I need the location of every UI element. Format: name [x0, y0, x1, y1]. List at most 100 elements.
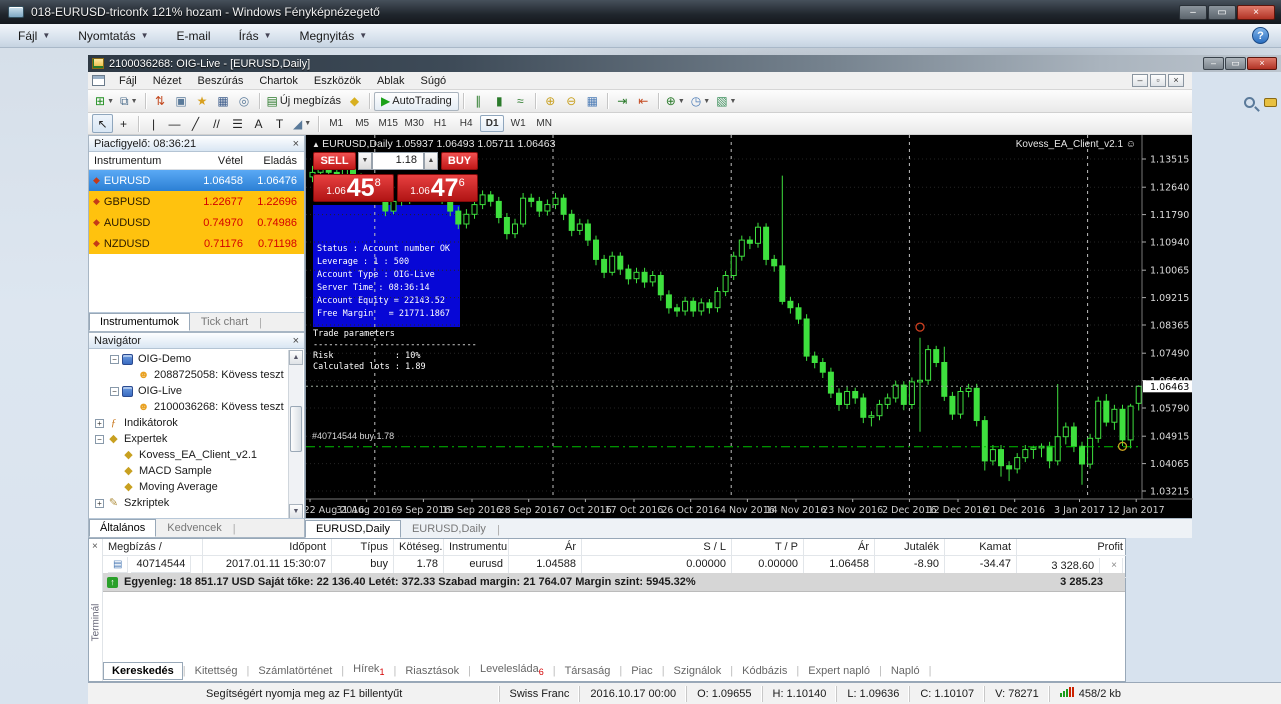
- terminal-tab-társaság[interactable]: Társaság: [556, 662, 620, 680]
- new-chart-icon[interactable]: ⊞▼: [92, 92, 117, 111]
- column-7[interactable]: T / P: [732, 539, 804, 556]
- timeframe-mn[interactable]: MN: [532, 115, 556, 132]
- help-icon[interactable]: ?: [1252, 27, 1269, 44]
- search-icon[interactable]: [1244, 97, 1255, 108]
- terminal-tab-kódbázis[interactable]: Kódbázis: [733, 662, 796, 680]
- sell-button[interactable]: SELL: [313, 152, 356, 170]
- close-icon[interactable]: ×: [92, 541, 98, 552]
- zoom-out-icon[interactable]: ⊖: [561, 92, 582, 111]
- viewer-maximize-button[interactable]: ▭: [1208, 5, 1236, 20]
- navigator-item[interactable]: ◆Moving Average: [93, 479, 304, 495]
- expand-icon[interactable]: +: [95, 499, 104, 508]
- tab-chart-1[interactable]: EURUSD,Daily: [305, 520, 401, 538]
- timeframe-h4[interactable]: H4: [454, 115, 478, 132]
- viewer-menu-e-mail[interactable]: E-mail: [167, 26, 221, 46]
- mt4-close-button[interactable]: ×: [1247, 57, 1277, 70]
- tab-tick-chart[interactable]: Tick chart: [190, 313, 259, 331]
- chart-area[interactable]: Status : Account number OKLeverage : 1 :…: [305, 135, 1192, 518]
- timeframe-d1[interactable]: D1: [480, 115, 504, 132]
- vertical-line-icon[interactable]: |: [143, 114, 164, 133]
- autotrading-icon[interactable]: ▶AutoTrading: [374, 92, 459, 111]
- timeframe-h1[interactable]: H1: [428, 115, 452, 132]
- viewer-menu-fájl[interactable]: Fájl▼: [8, 26, 60, 46]
- navigator-item[interactable]: −OIG-Demo: [93, 351, 304, 367]
- mt4-menu-chartok[interactable]: Chartok: [251, 73, 306, 89]
- cursor-icon[interactable]: ↖: [92, 114, 113, 133]
- column-ask[interactable]: Eladás: [248, 155, 302, 167]
- column-10[interactable]: Kamat: [945, 539, 1017, 556]
- profiles-icon[interactable]: ⧉▼: [117, 92, 141, 111]
- metaeditor-icon[interactable]: ◆: [344, 92, 365, 111]
- viewer-menu-megnyitás[interactable]: Megnyitás▼: [290, 26, 378, 46]
- periods-icon[interactable]: ◷▼: [688, 92, 713, 111]
- timeframe-w1[interactable]: W1: [506, 115, 530, 132]
- market-watch-icon[interactable]: ⇅: [150, 92, 171, 111]
- viewer-minimize-button[interactable]: –: [1179, 5, 1207, 20]
- mt4-menu-eszközök[interactable]: Eszközök: [306, 73, 369, 89]
- line-chart-icon[interactable]: ≈: [510, 92, 531, 111]
- column-9[interactable]: Jutalék: [875, 539, 945, 556]
- crosshair-icon[interactable]: +: [113, 114, 134, 133]
- tab-chart-2[interactable]: EURUSD,Daily: [401, 520, 497, 538]
- horizontal-line-icon[interactable]: —: [164, 114, 185, 133]
- candlestick-chart-icon[interactable]: ▮: [489, 92, 510, 111]
- arrows-icon[interactable]: ◢▼: [290, 114, 314, 133]
- navigator-item[interactable]: +✎Szkriptek: [93, 495, 304, 511]
- terminal-tab-napló[interactable]: Napló: [882, 662, 929, 680]
- tile-windows-icon[interactable]: ▦: [582, 92, 603, 111]
- collapse-icon[interactable]: ▲: [312, 140, 322, 149]
- collapse-icon[interactable]: −: [110, 355, 119, 364]
- navigator-icon[interactable]: ★: [192, 92, 213, 111]
- chart-minimize-icon[interactable]: –: [1132, 74, 1148, 87]
- indicators-icon[interactable]: ⊕▼: [663, 92, 688, 111]
- terminal-tab-levelesláda[interactable]: Levelesláda6: [471, 660, 553, 680]
- lot-size-input[interactable]: 1.18: [372, 152, 424, 170]
- mt4-minimize-button[interactable]: –: [1203, 57, 1224, 70]
- expand-icon[interactable]: +: [95, 419, 104, 428]
- terminal-tab-kereskedés[interactable]: Kereskedés: [103, 662, 183, 680]
- navigator-item[interactable]: ☻2100036268: Kövess teszt: [93, 399, 304, 415]
- market-watch-row-gbpusd[interactable]: ◆GBPUSD1.226771.22696: [89, 191, 304, 212]
- column-2[interactable]: Típus: [332, 539, 394, 556]
- terminal-tab-riasztások[interactable]: Riasztások: [396, 662, 468, 680]
- collapse-icon[interactable]: −: [95, 435, 104, 444]
- viewer-close-button[interactable]: ×: [1237, 5, 1275, 20]
- navigator-item[interactable]: ◆Kovess_EA_Client_v2.1: [93, 447, 304, 463]
- auto-scroll-icon[interactable]: ⇥: [612, 92, 633, 111]
- chart-restore-icon[interactable]: ▫: [1150, 74, 1166, 87]
- tab-common[interactable]: Általános: [89, 519, 156, 537]
- navigator-item[interactable]: ☻2088725058: Kövess teszt: [93, 367, 304, 383]
- navigator-item[interactable]: −OIG-Live: [93, 383, 304, 399]
- timeframe-m15[interactable]: M15: [376, 115, 400, 132]
- mt4-menu-súgó[interactable]: Súgó: [412, 73, 454, 89]
- new-order-icon[interactable]: ▤Új megbízás: [264, 92, 344, 111]
- templates-icon[interactable]: ▧▼: [713, 92, 739, 111]
- mt4-menu-nézet[interactable]: Nézet: [145, 73, 190, 89]
- navigator-item[interactable]: ◆MACD Sample: [93, 463, 304, 479]
- column-5[interactable]: Ár: [509, 539, 582, 556]
- timeframe-m30[interactable]: M30: [402, 115, 426, 132]
- navigator-item[interactable]: −◆Expertek: [93, 431, 304, 447]
- timeframe-m1[interactable]: M1: [324, 115, 348, 132]
- tab-favorites[interactable]: Kedvencek: [156, 519, 232, 537]
- terminal-tab-hírek[interactable]: Hírek1: [344, 660, 393, 680]
- bar-chart-icon[interactable]: ∥: [468, 92, 489, 111]
- terminal-tab-expert-napló[interactable]: Expert napló: [799, 662, 879, 680]
- market-watch-row-audusd[interactable]: ◆AUDUSD0.749700.74986: [89, 212, 304, 233]
- navigator-scrollbar[interactable]: ▲ ▼: [288, 350, 303, 519]
- equidistant-channel-icon[interactable]: //: [206, 114, 227, 133]
- text-label-icon[interactable]: T: [269, 114, 290, 133]
- scroll-down-icon[interactable]: ▼: [289, 504, 303, 519]
- time-scale[interactable]: 22 Aug 201631 Aug 20169 Sep 201619 Sep 2…: [306, 499, 1165, 516]
- timeframe-m5[interactable]: M5: [350, 115, 374, 132]
- connection-status[interactable]: 458/2 kb: [1049, 686, 1131, 702]
- scroll-up-icon[interactable]: ▲: [289, 350, 303, 365]
- column-1[interactable]: Időpont: [203, 539, 332, 556]
- lot-increase-icon[interactable]: ▲: [424, 152, 438, 170]
- data-window-icon[interactable]: ▣: [171, 92, 192, 111]
- navigator-item[interactable]: +ƒIndikátorok: [93, 415, 304, 431]
- viewer-menu-nyomtatás[interactable]: Nyomtatás▼: [68, 26, 158, 46]
- terminal-tab-számlatörténet[interactable]: Számlatörténet: [249, 662, 341, 680]
- close-icon[interactable]: ×: [293, 138, 299, 150]
- mt4-maximize-button[interactable]: ▭: [1225, 57, 1246, 70]
